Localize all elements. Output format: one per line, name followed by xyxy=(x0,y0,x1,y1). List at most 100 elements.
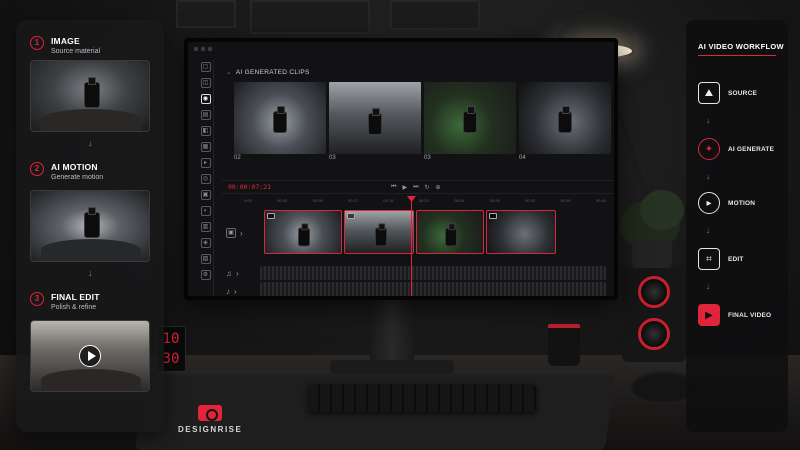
timeline-clip[interactable] xyxy=(344,210,414,254)
workflow-label: MOTION xyxy=(728,199,756,207)
motion-image xyxy=(30,190,150,262)
arrow-down-icon: ↓ xyxy=(88,268,93,278)
audio-track-header[interactable]: ♪ › xyxy=(216,280,258,296)
play-icon[interactable]: ▶ xyxy=(402,184,407,191)
final-video-preview[interactable] xyxy=(30,320,150,392)
source-image xyxy=(30,60,150,132)
zoom-icon[interactable]: ⊕ xyxy=(436,184,441,191)
tool-icon[interactable]: ▣ xyxy=(200,190,211,200)
workflow-title: AI VIDEO WORKFLOW xyxy=(698,42,784,51)
tool-icon[interactable]: ◈ xyxy=(200,238,211,248)
clip-card[interactable]: 02 xyxy=(234,82,326,161)
step-title: AI MOTION xyxy=(51,162,98,172)
play-button[interactable] xyxy=(79,345,101,367)
perfume-bottle xyxy=(464,106,476,132)
perfume-bottle xyxy=(274,106,286,132)
workflow-panel: AI VIDEO WORKFLOW ⛰ SOURCE ↓ ✦ AI GENERA… xyxy=(686,20,788,432)
tool-icon[interactable]: ◐ xyxy=(200,206,211,216)
rewind-icon[interactable]: ⏮ xyxy=(391,184,396,191)
ruler-tick: 00:08 xyxy=(312,198,323,203)
clip-thumbnail[interactable] xyxy=(424,82,516,154)
tool-icon[interactable]: ◧ xyxy=(200,126,211,136)
camera-icon xyxy=(347,213,355,219)
step-subtitle: Generate motion xyxy=(51,174,104,181)
perfume-bottle xyxy=(559,106,571,132)
rock xyxy=(41,239,141,261)
perfume-bottle xyxy=(375,223,387,246)
timeline-clip[interactable] xyxy=(264,210,342,254)
step-number: 2 xyxy=(30,162,44,176)
perfume-bottle xyxy=(445,223,457,246)
keyboard xyxy=(308,384,536,412)
workflow-step-final-video: ▶ FINAL VIDEO xyxy=(698,304,771,326)
tool-icon[interactable]: ▥ xyxy=(200,222,211,232)
workflow-label: AI GENERATE xyxy=(728,145,775,153)
brand-logo: DESIGNRISE xyxy=(178,405,242,434)
play-icon: ▸ xyxy=(698,192,720,214)
clip-card[interactable]: 03 xyxy=(424,82,516,161)
step-number: 3 xyxy=(30,292,44,306)
wall-frame xyxy=(250,0,370,34)
tool-icon[interactable]: ▧ xyxy=(200,254,211,264)
speaker-cone xyxy=(638,276,670,308)
playhead[interactable] xyxy=(411,200,412,296)
clip-card[interactable]: 04 xyxy=(519,82,611,161)
chevron-down-icon[interactable]: ⌄ xyxy=(226,69,232,76)
music-note-icon[interactable]: ♪ xyxy=(226,287,230,296)
audio-waveform[interactable] xyxy=(260,282,606,296)
workflow-label: EDIT xyxy=(728,255,744,263)
video-editor: ▢ ◫ ◉ ▤ ◧ ▦ ▸ ◎ ▣ ◐ ▥ ◈ ▧ ⚙ ⌄ AI GENERATE… xyxy=(188,42,614,296)
tool-icon[interactable]: ▢ xyxy=(200,62,211,72)
perfume-bottle xyxy=(298,223,310,246)
clip-thumbnail[interactable] xyxy=(519,82,611,154)
tool-icon[interactable]: ▦ xyxy=(200,142,211,152)
camera-icon xyxy=(267,213,275,219)
timeline-ruler[interactable]: 0:00 00:00 00:08 00:12 00:16 00:20 00:24… xyxy=(244,198,606,206)
tool-icon[interactable]: ▸ xyxy=(200,158,211,168)
arrow-down-icon: ↓ xyxy=(706,172,710,181)
tool-icon-active[interactable]: ◉ xyxy=(200,94,211,104)
ruler-tick: 00:28 xyxy=(489,198,500,203)
audio-waveform[interactable] xyxy=(260,266,606,280)
step-subtitle: Polish & refine xyxy=(51,304,97,311)
perfume-bottle xyxy=(85,207,99,237)
rock xyxy=(41,109,141,131)
chevron-icon[interactable]: › xyxy=(236,269,239,278)
clips-section-header[interactable]: ⌄ AI GENERATED CLIPS xyxy=(226,68,310,76)
clip-caption: 04 xyxy=(519,155,526,161)
clip-thumbnail[interactable] xyxy=(329,82,421,154)
plant-leaf xyxy=(640,190,684,230)
tool-icon[interactable]: ▤ xyxy=(200,110,211,120)
tool-icon[interactable]: ⚙ xyxy=(200,270,211,280)
tool-icon[interactable]: ◎ xyxy=(200,174,211,184)
wall-frame xyxy=(390,0,480,30)
chevron-icon[interactable]: › xyxy=(240,229,243,238)
clip-thumbnail[interactable] xyxy=(234,82,326,154)
clip-gallery: 02 03 03 04 xyxy=(234,82,611,161)
monitor-stand xyxy=(370,300,414,366)
loop-icon[interactable]: ↻ xyxy=(424,184,429,191)
workflow-step-edit: ⌗ EDIT xyxy=(698,248,744,270)
window-controls[interactable] xyxy=(194,47,212,51)
timeline-clip[interactable] xyxy=(486,210,556,254)
timeline-tracks: ▣ › ♫ › ♪ › xyxy=(216,210,614,296)
speaker-cone xyxy=(638,318,670,350)
timeline-clip[interactable] xyxy=(416,210,484,254)
perfume-bottle xyxy=(369,108,381,134)
cup xyxy=(548,324,580,366)
tool-icon[interactable]: ◫ xyxy=(200,78,211,88)
crop-icon: ⌗ xyxy=(698,248,720,270)
fast-forward-icon[interactable]: ⏭ xyxy=(413,184,418,191)
music-note-icon[interactable]: ♫ xyxy=(226,269,232,278)
chevron-icon[interactable]: › xyxy=(234,287,237,296)
ruler-tick: 0:00 xyxy=(244,198,252,203)
video-track-header[interactable]: ▣ › xyxy=(216,222,258,244)
timecode: 00:00:07:21 xyxy=(228,183,272,191)
step-final-edit: 3 FINAL EDIT Polish & refine xyxy=(30,292,100,311)
clip-card[interactable]: 03 xyxy=(329,82,421,161)
workflow-step-motion: ▸ MOTION xyxy=(698,192,755,214)
camera-icon xyxy=(489,213,497,219)
image-track-icon[interactable]: ▣ xyxy=(226,228,236,238)
ruler-tick: 00:20 xyxy=(418,198,429,203)
workflow-label: SOURCE xyxy=(728,89,758,97)
